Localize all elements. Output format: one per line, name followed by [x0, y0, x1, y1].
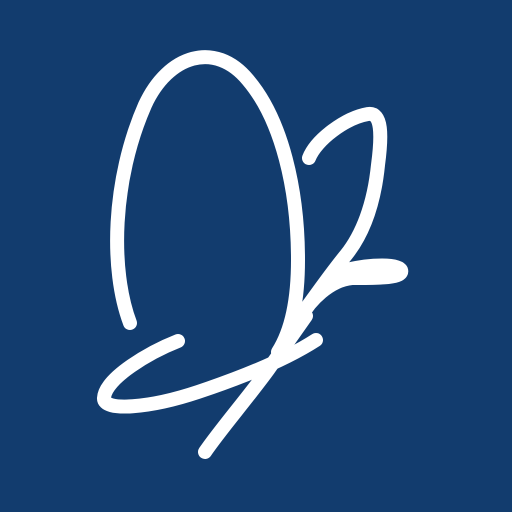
butterfly-upper-wing-left	[110, 50, 305, 359]
app-icon	[0, 0, 512, 512]
butterfly-antenna-right	[293, 258, 409, 325]
butterfly-icon	[97, 50, 409, 459]
